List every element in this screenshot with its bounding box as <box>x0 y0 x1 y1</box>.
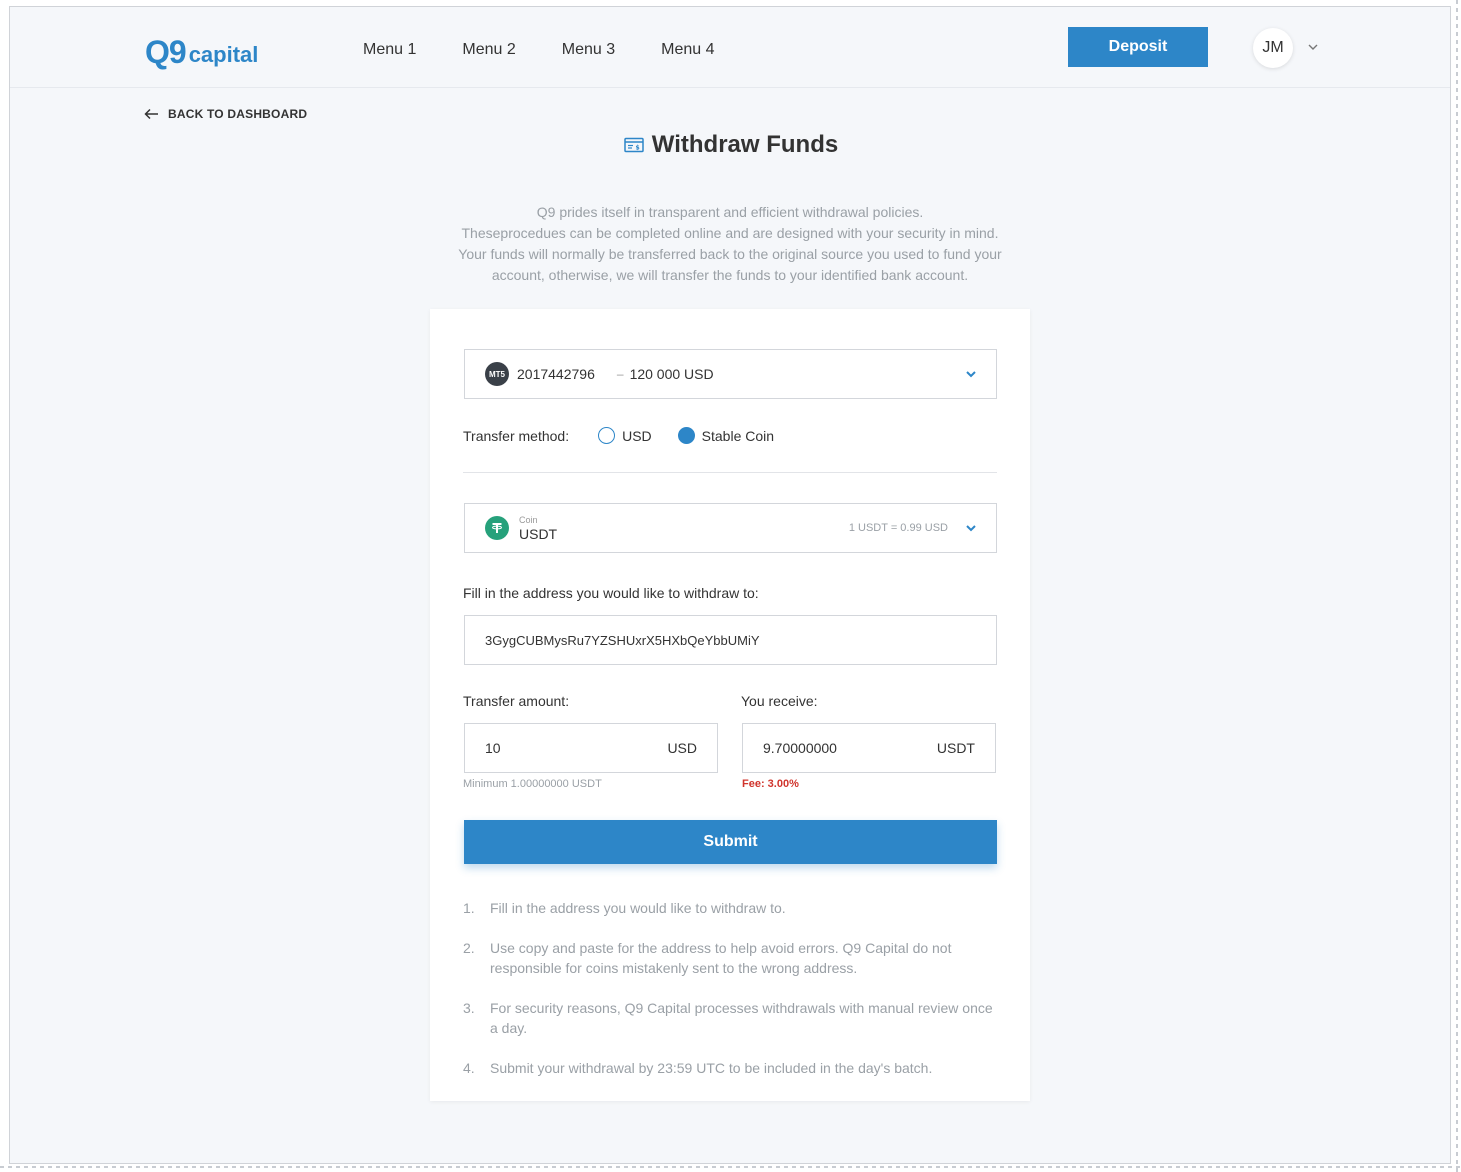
tether-icon <box>485 516 509 540</box>
coin-caption: Coin <box>519 514 538 525</box>
avatar[interactable]: JM <box>1253 28 1293 68</box>
withdraw-form-card: MT5 2017442796 – 120 000 USD Transfer me… <box>430 309 1030 1101</box>
receive-unit: USDT <box>936 740 975 756</box>
deposit-button[interactable]: Deposit <box>1068 27 1208 67</box>
back-label: BACK TO DASHBOARD <box>168 107 308 121</box>
receive-amount-field[interactable]: 9.70000000 USDT <box>742 723 996 773</box>
top-header: Q9 capital Menu 1 Menu 2 Menu 3 Menu 4 D… <box>10 7 1450 88</box>
withdraw-card-icon: $ <box>624 137 644 153</box>
list-item: 2. Use copy and paste for the address to … <box>463 938 993 978</box>
radio-circle-selected[interactable] <box>677 427 695 444</box>
address-label: Fill in the address you would like to wi… <box>463 585 759 601</box>
account-number: 2017442796 <box>517 366 595 382</box>
radio-stable-coin-label: Stable Coin <box>701 427 775 444</box>
radio-stable-coin[interactable]: Stable Coin <box>677 427 775 444</box>
intro-line: account, otherwise, we will transfer the… <box>491 267 969 283</box>
back-to-dashboard-link[interactable]: BACK TO DASHBOARD <box>144 107 307 121</box>
transfer-amount-input[interactable]: 10 USD <box>464 723 718 773</box>
mt5-badge-icon: MT5 <box>485 362 509 386</box>
logo-capital: capital <box>188 42 259 67</box>
fee-text: Fee: 3.00% <box>742 778 799 790</box>
note-text: For security reasons, Q9 Capital process… <box>490 1000 993 1036</box>
transfer-amount-unit: USD <box>667 740 697 756</box>
account-separator: – <box>616 367 624 381</box>
q9-capital-logo[interactable]: Q9 capital <box>145 29 258 69</box>
submit-button[interactable]: Submit <box>464 820 997 864</box>
receive-label: You receive: <box>741 693 818 709</box>
logo-q9: Q9 <box>145 34 187 70</box>
transfer-amount-value: 10 <box>485 740 501 756</box>
divider <box>463 472 997 473</box>
avatar-initials: JM <box>1262 39 1284 56</box>
page-edge-dots <box>1456 0 1458 1172</box>
chevron-down-icon <box>966 525 976 532</box>
intro-line: Your funds will normally be transferred … <box>458 246 1002 262</box>
instructions-list: 1. Fill in the address you would like to … <box>463 898 993 1098</box>
main-nav: Menu 1 Menu 2 Menu 3 Menu 4 <box>363 40 761 60</box>
transfer-method-row: Transfer method: USD Stable Coin <box>463 427 800 444</box>
page-header: $ Withdraw Funds <box>10 131 1452 159</box>
note-text: Submit your withdrawal by 23:59 UTC to b… <box>490 1060 933 1076</box>
app-frame: Q9 capital Menu 1 Menu 2 Menu 3 Menu 4 D… <box>9 6 1451 1164</box>
arrow-left-icon <box>144 108 158 120</box>
intro-text: Q9 prides itself in transparent and effi… <box>430 202 1030 286</box>
nav-menu-2[interactable]: Menu 2 <box>462 40 515 60</box>
note-text: Fill in the address you would like to wi… <box>490 900 786 916</box>
withdraw-address-input[interactable]: 3GygCUBMysRu7YZSHUxrX5HXbQeYbbUMiY <box>464 615 997 665</box>
coin-name: USDT <box>519 525 558 542</box>
account-select[interactable]: MT5 2017442796 – 120 000 USD <box>464 349 997 399</box>
list-item: 1. Fill in the address you would like to … <box>463 900 786 916</box>
svg-text:$: $ <box>635 145 639 152</box>
radio-circle[interactable] <box>598 427 616 444</box>
transfer-amount-label: Transfer amount: <box>463 693 570 709</box>
receive-value: 9.70000000 <box>763 740 837 756</box>
chevron-down-icon <box>966 371 976 378</box>
page-edge-dots-bottom <box>0 1166 1461 1168</box>
chevron-down-icon[interactable] <box>1306 40 1320 54</box>
list-item: 4. Submit your withdrawal by 23:59 UTC to… <box>463 1060 933 1076</box>
intro-line: Theseprocedues can be completed online a… <box>461 225 999 241</box>
nav-menu-3[interactable]: Menu 3 <box>562 40 615 60</box>
radio-usd-label: USD <box>622 427 652 444</box>
account-balance: 120 000 USD <box>629 366 714 382</box>
list-item: 3. For security reasons, Q9 Capital proce… <box>463 1000 993 1036</box>
intro-line: Q9 prides itself in transparent and effi… <box>536 204 924 220</box>
nav-menu-1[interactable]: Menu 1 <box>363 40 416 60</box>
address-value: 3GygCUBMysRu7YZSHUxrX5HXbQeYbbUMiY <box>485 632 760 648</box>
note-text: Use copy and paste for the address to he… <box>490 940 952 976</box>
minimum-hint: Minimum 1.00000000 USDT <box>463 778 602 790</box>
page-title: Withdraw Funds <box>651 131 839 158</box>
transfer-method-label: Transfer method: <box>463 427 570 444</box>
coin-select[interactable]: Coin USDT 1 USDT = 0.99 USD <box>464 503 997 553</box>
nav-menu-4[interactable]: Menu 4 <box>661 40 714 60</box>
radio-usd[interactable]: USD <box>598 427 652 444</box>
coin-rate: 1 USDT = 0.99 USD <box>848 522 948 534</box>
